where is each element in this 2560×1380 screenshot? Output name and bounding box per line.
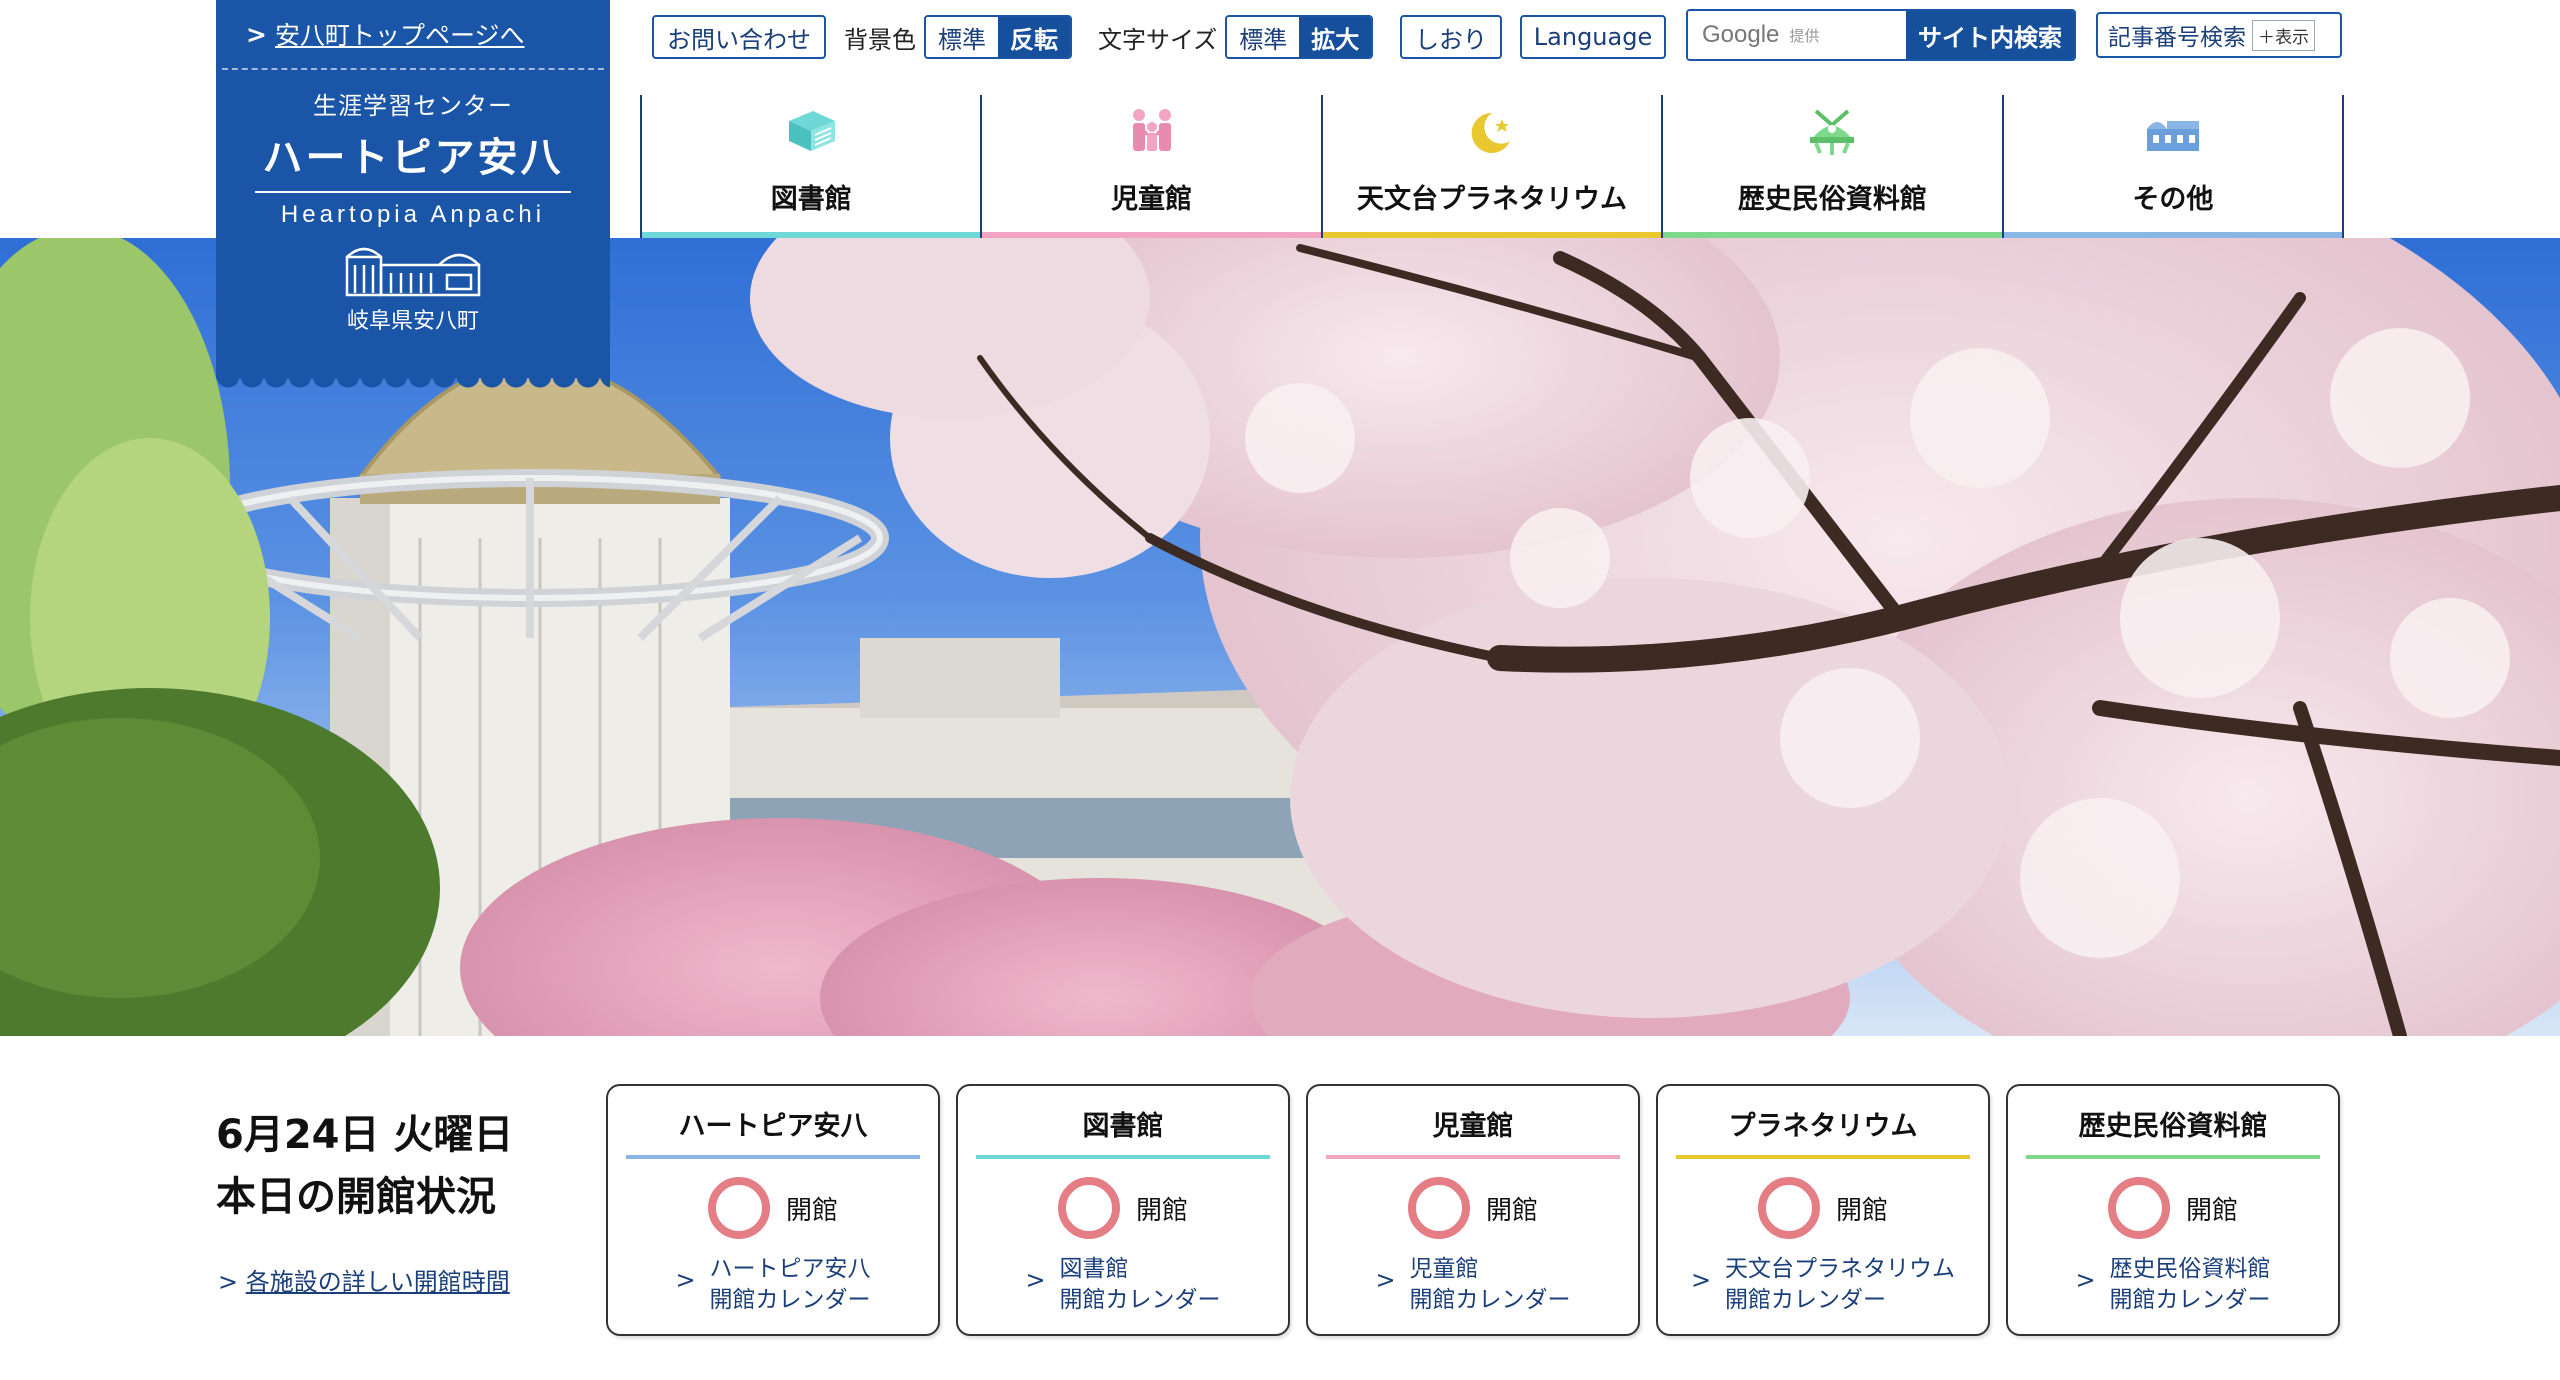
bookmark-button[interactable]: しおり: [1400, 15, 1502, 59]
calendar-link-line1[interactable]: 図書館: [1060, 1256, 1129, 1282]
card-title: 図書館: [1082, 1111, 1164, 1142]
card-title: プラネタリウム: [1728, 1111, 1918, 1142]
status-text: 開館: [1135, 1195, 1188, 1226]
calendar-link-line2[interactable]: 開館カレンダー: [1725, 1287, 1886, 1313]
status-text: 開館: [2185, 1195, 2238, 1226]
logo-divider: [255, 191, 571, 193]
nav-label: 児童館: [1111, 184, 1193, 215]
card-accent-line: [1676, 1155, 1970, 1159]
today-status-title: 本日の開館状況: [216, 1174, 496, 1220]
calendar-link-line1[interactable]: 天文台プラネタリウム: [1725, 1256, 1955, 1282]
status-card-planetarium: プラネタリウム 開館 > 天文台プラネタリウム 開館カレンダー: [1656, 1084, 1990, 1336]
chevron-right-icon: >: [218, 1268, 246, 1296]
calendar-link-line2[interactable]: 開館カレンダー: [2110, 1287, 2271, 1313]
calendar-link[interactable]: > 天文台プラネタリウム 開館カレンダー: [1658, 1254, 1988, 1316]
calendar-link[interactable]: > 児童館開館カレンダー: [1308, 1254, 1638, 1316]
nav-item-other[interactable]: その他: [2001, 95, 2345, 238]
open-circle-icon: [707, 1177, 770, 1239]
article-search-label: 記事番号検索: [2108, 25, 2246, 51]
today-status-heading: 6月24日 火曜日 本日の開館状況: [216, 1104, 513, 1228]
nav-item-history-museum[interactable]: 歴史民俗資料館: [1661, 95, 2002, 238]
search-input[interactable]: Google 提供: [1688, 11, 1906, 59]
today-date: 6月24日 火曜日: [216, 1112, 514, 1158]
open-circle-icon: [2107, 1177, 2170, 1239]
nav-label: 歴史民俗資料館: [1737, 184, 1927, 215]
calendar-link-line2[interactable]: 開館カレンダー: [710, 1287, 871, 1313]
nav-item-planetarium[interactable]: 天文台プラネタリウム: [1320, 95, 1662, 238]
font-large-option[interactable]: 拡大: [1299, 17, 1372, 57]
logo-subtitle: 生涯学習センター: [313, 92, 513, 120]
nav-label: 図書館: [770, 184, 852, 215]
google-brand: Google: [1702, 21, 1780, 48]
status-card-history-museum: 歴史民俗資料館 開館 > 歴史民俗資料館 開館カレンダー: [2006, 1084, 2340, 1336]
moon-star-icon: [1462, 105, 1522, 161]
site-search: Google 提供 サイト内検索: [1686, 9, 2076, 61]
town-top-link[interactable]: > 安八町トップページへ: [222, 0, 604, 70]
status-card-library: 図書館 開館 > 図書館開館カレンダー: [956, 1084, 1290, 1336]
language-button[interactable]: Language: [1520, 15, 1666, 59]
open-circle-icon: [1407, 1177, 1470, 1239]
calendar-link[interactable]: > 歴史民俗資料館 開館カレンダー: [2008, 1254, 2338, 1316]
chevron-right-icon: >: [675, 1266, 696, 1294]
font-standard-option[interactable]: 標準: [1227, 17, 1300, 57]
nav-label: 天文台プラネタリウム: [1357, 184, 1628, 215]
calendar-link-line1[interactable]: ハートピア安八: [710, 1256, 871, 1282]
logo-title[interactable]: ハートピア安八: [216, 125, 610, 183]
chevron-right-icon: >: [1690, 1266, 1712, 1294]
open-circle-icon: [1757, 1177, 1820, 1239]
card-accent-line: [1326, 1155, 1620, 1159]
card-title: 歴史民俗資料館: [2078, 1111, 2268, 1142]
building-outline-icon: [216, 243, 610, 297]
book-icon: [781, 105, 841, 161]
opening-hours-details-label[interactable]: 各施設の詳しい開館時間: [246, 1268, 510, 1296]
card-accent-line: [2026, 1155, 2320, 1159]
font-size-label: 文字サイズ: [1098, 25, 1218, 54]
calendar-link-line2[interactable]: 開館カレンダー: [1410, 1287, 1571, 1313]
card-accent-line: [626, 1155, 920, 1159]
search-provided-label: 提供: [1789, 26, 1820, 45]
chevron-right-icon: >: [2075, 1266, 2096, 1294]
chevron-right-icon: >: [1375, 1266, 1396, 1294]
nav-item-library[interactable]: 図書館: [640, 95, 981, 238]
calendar-link[interactable]: > 図書館開館カレンダー: [958, 1254, 1288, 1316]
helmet-icon: [1802, 105, 1862, 161]
status-text: 開館: [785, 1195, 838, 1226]
bg-standard-option[interactable]: 標準: [926, 17, 998, 57]
status-text: 開館: [1485, 1195, 1538, 1226]
logo-prefecture: 岐阜県安八町: [346, 309, 479, 334]
card-title: ハートピア安八: [678, 1111, 868, 1142]
town-top-link-label[interactable]: 安八町トップページへ: [275, 16, 525, 52]
building-icon: [2143, 105, 2203, 161]
card-accent-line: [976, 1155, 1270, 1159]
status-card-heartopia: ハートピア安八 開館 > ハートピア安八 開館カレンダー: [606, 1084, 940, 1336]
open-circle-icon: [1057, 1177, 1120, 1239]
calendar-link[interactable]: > ハートピア安八 開館カレンダー: [608, 1254, 938, 1316]
status-card-children-center: 児童館 開館 > 児童館開館カレンダー: [1306, 1084, 1640, 1336]
contact-button[interactable]: お問い合わせ: [652, 15, 826, 59]
status-text: 開館: [1835, 1195, 1888, 1226]
chevron-right-icon: >: [246, 19, 267, 49]
opening-hours-details-link[interactable]: > 各施設の詳しい開館時間: [218, 1262, 510, 1297]
logo-english-name: Heartopia Anpachi: [280, 201, 546, 228]
calendar-link-line1[interactable]: 歴史民俗資料館: [2110, 1256, 2271, 1282]
article-number-search-button[interactable]: 記事番号検索 ＋表示: [2096, 12, 2342, 58]
bg-invert-option[interactable]: 反転: [998, 17, 1070, 57]
calendar-link-line2[interactable]: 開館カレンダー: [1060, 1287, 1221, 1313]
children-icon: [1122, 105, 1182, 161]
show-toggle[interactable]: ＋表示: [2252, 19, 2315, 51]
font-size-toggle: 標準 拡大: [1225, 15, 1374, 59]
chevron-right-icon: >: [1025, 1266, 1046, 1294]
bg-color-label: 背景色: [844, 25, 916, 54]
facility-status-cards: ハートピア安八 開館 > ハートピア安八 開館カレンダー 図書館 開館 > 図書館…: [606, 1084, 2340, 1336]
main-nav: 図書館 児童館 天文台プラネタリウム 歴史民俗資料館 その他: [640, 95, 2345, 238]
bg-color-toggle: 標準 反転: [924, 15, 1072, 59]
card-title: 児童館: [1432, 1111, 1514, 1142]
calendar-link-line1[interactable]: 児童館: [1410, 1256, 1479, 1282]
nav-item-children-center[interactable]: 児童館: [980, 95, 1321, 238]
nav-label: その他: [2132, 184, 2214, 215]
site-search-button[interactable]: サイト内検索: [1906, 11, 2074, 59]
site-logo-block: > 安八町トップページへ 生涯学習センター ハートピア安八 Heartopia …: [216, 0, 610, 390]
